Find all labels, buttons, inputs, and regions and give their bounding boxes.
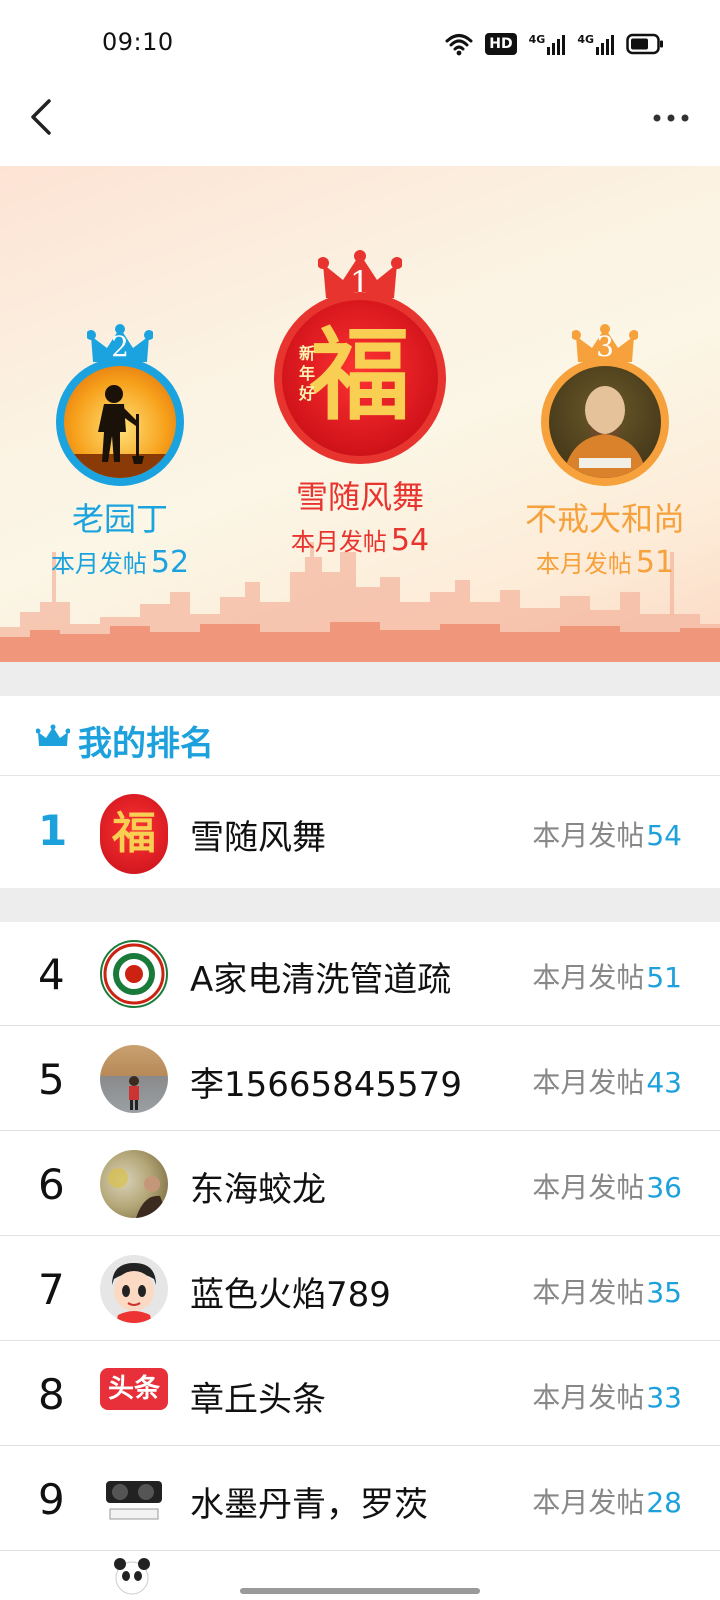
posts-count: 36 [646,1171,682,1204]
user-name: 雪随风舞 [190,818,326,858]
hd-icon: HD [485,33,517,55]
my-rank-row[interactable]: 1 福 雪随风舞 本月发帖54 [0,776,720,888]
user-name: A家电清洗管道疏 [190,960,452,1000]
posts-count: 54 [646,819,682,852]
rank-number: 8 [38,1370,65,1419]
table-row[interactable]: 9 水墨丹青，罗茨 本月发帖28 [0,1447,720,1551]
panda-avatar [114,1558,150,1595]
avatar [100,940,168,1008]
my-rank-title: 我的排名 [78,724,214,764]
avatar [56,358,184,486]
table-row[interactable]: 6 东海蛟龙 本月发帖36 [0,1132,720,1236]
posts-label: 本月发帖 [50,550,147,578]
avatar: 福 新年好 [274,292,446,464]
section-divider [0,662,720,696]
rank-number: 6 [38,1160,65,1209]
gardener-silhouette [64,385,176,478]
status-time: 09:10 [102,28,174,56]
top-three-podium: 2 老园丁 本月发帖 52 1 福 新年好 雪随风舞 本月发帖 54 3 不戒大… [0,166,720,662]
signal-icon-2: 4G [577,33,614,55]
podium-name: 雪随风舞 [295,478,424,516]
posts-count: 51 [635,545,675,580]
battery-icon [626,33,663,55]
podium-name: 老园丁 [71,500,168,538]
monthly-posts: 本月发帖28 [532,1481,682,1521]
podium-name: 不戒大和尚 [524,500,685,538]
monthly-posts: 本月发帖33 [532,1376,682,1416]
rank-number: 5 [38,1055,65,1104]
nav-bar [0,80,720,166]
user-name: 章丘头条 [190,1380,326,1420]
posts-label: 本月发帖 [532,1381,645,1414]
user-name: 蓝色火焰789 [190,1275,391,1315]
section-divider [0,888,720,922]
monthly-posts: 本月发帖43 [532,1061,682,1101]
table-row[interactable]: 4 A家电清洗管道疏 本月发帖51 [0,922,720,1026]
posts-label: 本月发帖 [290,528,387,556]
avatar [100,1045,168,1113]
person-photo [129,1076,139,1110]
home-indicator[interactable] [240,1588,480,1594]
avatar: 头条 [100,1360,168,1428]
posts-label: 本月发帖 [532,1486,645,1519]
avatar [100,1465,168,1533]
more-button[interactable] [646,98,696,138]
monthly-posts: 本月发帖54 [532,814,682,854]
podium-posts: 本月发帖 54 [260,522,460,558]
wifi-icon [445,34,473,56]
more-dots-icon [653,114,689,122]
podium-posts: 本月发帖 51 [500,544,710,580]
person-photo [108,1168,168,1218]
cartoon-kid-avatar [112,1263,156,1323]
signal-icon: 4G [529,33,566,55]
rank-number: 9 [38,1475,65,1524]
avatar: 福 [100,794,168,874]
avatar [112,1556,152,1600]
rank-number: 7 [38,1265,65,1314]
chevron-left-icon [31,99,51,135]
user-name: 李15665845579 [190,1065,462,1105]
posts-label: 本月发帖 [535,550,632,578]
posts-label: 本月发帖 [532,961,645,994]
my-rank-header: 我的排名 [0,696,720,776]
posts-count: 52 [150,545,190,580]
status-icons: HD 4G 4G [445,30,664,58]
status-bar: 09:10 HD 4G 4G [0,0,720,80]
posts-count: 35 [646,1276,682,1309]
monthly-posts: 本月发帖35 [532,1271,682,1311]
posts-count: 43 [646,1066,682,1099]
monk-figure [563,386,647,478]
avatar [100,1150,168,1218]
user-name: 水墨丹青，罗茨 [190,1485,428,1525]
toutiao-logo: 头条 [100,1368,168,1410]
crown-icon [36,724,70,746]
rank-number: 4 [38,950,65,999]
posts-label: 本月发帖 [532,819,645,852]
podium-third[interactable]: 3 不戒大和尚 本月发帖 51 [500,324,710,580]
monthly-posts: 本月发帖51 [532,956,682,996]
posts-count: 51 [646,961,682,994]
table-row[interactable]: 5 李15665845579 本月发帖43 [0,1027,720,1131]
posts-count: 28 [646,1486,682,1519]
back-button[interactable] [18,94,64,140]
podium-first[interactable]: 1 福 新年好 雪随风舞 本月发帖 54 [260,250,460,558]
user-name: 东海蛟龙 [190,1170,326,1210]
podium-posts: 本月发帖 52 [30,544,210,580]
posts-label: 本月发帖 [532,1171,645,1204]
new-year-text: 新年好 [298,344,315,403]
rank-number: 1 [38,806,68,855]
table-row[interactable]: 7 蓝色火焰789 本月发帖35 [0,1237,720,1341]
podium-second[interactable]: 2 老园丁 本月发帖 52 [30,324,210,580]
posts-count: 54 [390,523,430,558]
posts-label: 本月发帖 [532,1066,645,1099]
posts-label: 本月发帖 [532,1276,645,1309]
company-seal-logo [103,943,165,1005]
machine-product-avatar [106,1481,162,1520]
avatar [100,1255,168,1323]
monthly-posts: 本月发帖36 [532,1166,682,1206]
posts-count: 33 [646,1381,682,1414]
avatar [541,358,669,486]
fu-character: 福 [112,808,156,859]
table-row[interactable]: 8 头条 章丘头条 本月发帖33 [0,1342,720,1446]
